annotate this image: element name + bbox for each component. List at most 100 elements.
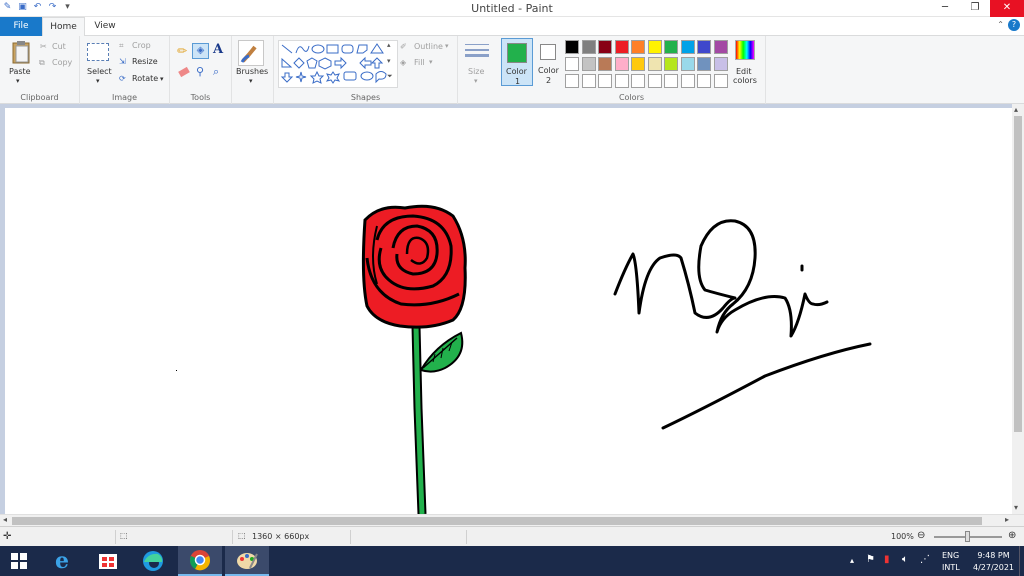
palette-swatch[interactable]: [598, 40, 612, 54]
shapes-expand-icon[interactable]: ⏷: [387, 72, 393, 81]
tab-view[interactable]: View: [86, 17, 124, 36]
copy-button: Copy: [52, 58, 73, 67]
zoom-in-icon[interactable]: ⊕: [1008, 530, 1016, 541]
zoom-slider-thumb[interactable]: [965, 531, 970, 542]
palette-swatch[interactable]: [664, 57, 678, 71]
paste-dropdown-icon[interactable]: ▾: [16, 77, 20, 85]
palette-swatch[interactable]: [565, 57, 579, 71]
color2-label: Color: [538, 66, 559, 75]
wifi-icon[interactable]: ⋰: [920, 554, 930, 576]
palette-swatch[interactable]: [664, 40, 678, 54]
collapse-ribbon-icon[interactable]: ⌃: [997, 20, 1004, 29]
palette-swatch[interactable]: [647, 40, 662, 54]
fill-bucket-icon[interactable]: ◈: [192, 43, 209, 59]
clock[interactable]: 9:48 PM 4/27/2021: [973, 551, 1014, 576]
edge-icon[interactable]: [131, 546, 175, 576]
edit-colors-icon[interactable]: [735, 40, 755, 60]
horizontal-scrollbar[interactable]: ◂ ▸: [0, 514, 1024, 526]
palette-swatch[interactable]: [565, 74, 579, 88]
brushes-button[interactable]: Brushes: [236, 67, 268, 76]
internet-explorer-icon[interactable]: e: [40, 546, 84, 576]
drawing-canvas[interactable]: [5, 108, 1012, 514]
chrome-icon[interactable]: [178, 546, 222, 576]
palette-swatch[interactable]: [581, 57, 596, 71]
palette-swatch[interactable]: [697, 74, 711, 88]
color-picker-icon[interactable]: ⚲: [196, 65, 204, 78]
rotate-button[interactable]: Rotate: [132, 74, 158, 83]
shapes-scroll-up-icon[interactable]: ▴: [387, 41, 391, 49]
help-icon[interactable]: ?: [1008, 19, 1020, 31]
palette-swatch[interactable]: [680, 57, 695, 71]
scroll-down-icon[interactable]: ▾: [1014, 502, 1018, 514]
zoom-out-icon[interactable]: ⊖: [917, 530, 925, 541]
palette-swatch[interactable]: [631, 74, 645, 88]
clock-date: 4/27/2021: [973, 563, 1015, 572]
select-icon[interactable]: [87, 43, 109, 61]
network-error-icon[interactable]: ⚑: [866, 554, 875, 576]
palette-swatch[interactable]: [581, 74, 596, 88]
language-indicator[interactable]: ENG INTL: [942, 551, 960, 576]
palette-swatch[interactable]: [565, 40, 579, 54]
volume-icon[interactable]: 🔈︎: [902, 554, 908, 576]
text-icon[interactable]: A: [213, 42, 223, 57]
palette-swatch[interactable]: [697, 57, 711, 71]
magnifier-icon[interactable]: ⌕: [213, 65, 219, 79]
close-button[interactable]: ✕: [990, 0, 1024, 17]
palette-swatch[interactable]: [614, 74, 629, 88]
resize-icon[interactable]: ⇲: [119, 57, 126, 66]
scroll-up-icon[interactable]: ▴: [1014, 104, 1018, 116]
select-dropdown-icon[interactable]: ▾: [96, 77, 100, 85]
paste-icon[interactable]: [11, 40, 31, 64]
restore-button[interactable]: ❐: [960, 0, 990, 17]
palette-swatch[interactable]: [614, 57, 629, 71]
palette-swatch[interactable]: [680, 40, 695, 54]
select-button[interactable]: Select: [87, 67, 112, 76]
palette-swatch[interactable]: [614, 40, 629, 54]
color2-button[interactable]: Color 2: [536, 38, 564, 86]
palette-swatch[interactable]: [713, 57, 728, 71]
outline-dropdown-icon: ▾: [445, 42, 449, 50]
show-hidden-icons[interactable]: ▴: [850, 556, 854, 576]
tab-home[interactable]: Home: [42, 17, 85, 37]
edit-colors-button-line2[interactable]: colors: [733, 76, 757, 85]
palette-swatch[interactable]: [647, 57, 662, 71]
start-button[interactable]: [0, 546, 38, 576]
palette-swatch[interactable]: [697, 40, 711, 54]
rotate-icon[interactable]: ⟳: [119, 74, 126, 83]
scroll-right-icon[interactable]: ▸: [1005, 514, 1009, 526]
eraser-icon[interactable]: [178, 66, 190, 78]
battery-icon[interactable]: ▮: [884, 554, 890, 576]
palette-swatch[interactable]: [598, 74, 612, 88]
tab-file[interactable]: File: [0, 17, 42, 36]
shapes-gallery[interactable]: [278, 40, 398, 88]
vertical-scrollbar[interactable]: ▴ ▾: [1012, 104, 1024, 514]
brushes-icon[interactable]: [238, 40, 264, 66]
brushes-dropdown-icon[interactable]: ▾: [249, 77, 253, 85]
palette-swatch[interactable]: [713, 40, 728, 54]
palette-swatch[interactable]: [680, 74, 695, 88]
show-desktop-button[interactable]: [1019, 546, 1024, 576]
cut-button: Cut: [52, 42, 66, 51]
paint-taskbar-icon[interactable]: [225, 546, 269, 576]
horizontal-scroll-thumb[interactable]: [12, 517, 982, 525]
palette-swatch[interactable]: [631, 57, 645, 71]
palette-swatch[interactable]: [647, 74, 662, 88]
title-bar: ✎ ▣ ↶ ↷ ▾ Untitled - Paint ─ ❐ ✕: [0, 0, 1024, 17]
minimize-button[interactable]: ─: [930, 0, 960, 17]
scroll-left-icon[interactable]: ◂: [3, 514, 7, 526]
vertical-scroll-thumb[interactable]: [1014, 116, 1022, 432]
store-app-icon[interactable]: [86, 546, 130, 576]
pencil-icon[interactable]: ✏: [177, 44, 187, 58]
paste-button[interactable]: Paste: [9, 67, 31, 76]
signature-stroke: [613, 219, 829, 338]
rotate-dropdown-icon[interactable]: ▾: [160, 75, 164, 83]
palette-swatch[interactable]: [713, 74, 728, 88]
palette-swatch[interactable]: [664, 74, 678, 88]
shapes-scroll-down-icon[interactable]: ▾: [387, 57, 391, 65]
palette-swatch[interactable]: [581, 40, 596, 54]
palette-swatch[interactable]: [598, 57, 612, 71]
resize-button[interactable]: Resize: [132, 57, 158, 66]
color1-button[interactable]: Color 1: [501, 38, 533, 86]
edit-colors-button[interactable]: Edit: [736, 67, 752, 76]
palette-swatch[interactable]: [631, 40, 645, 54]
